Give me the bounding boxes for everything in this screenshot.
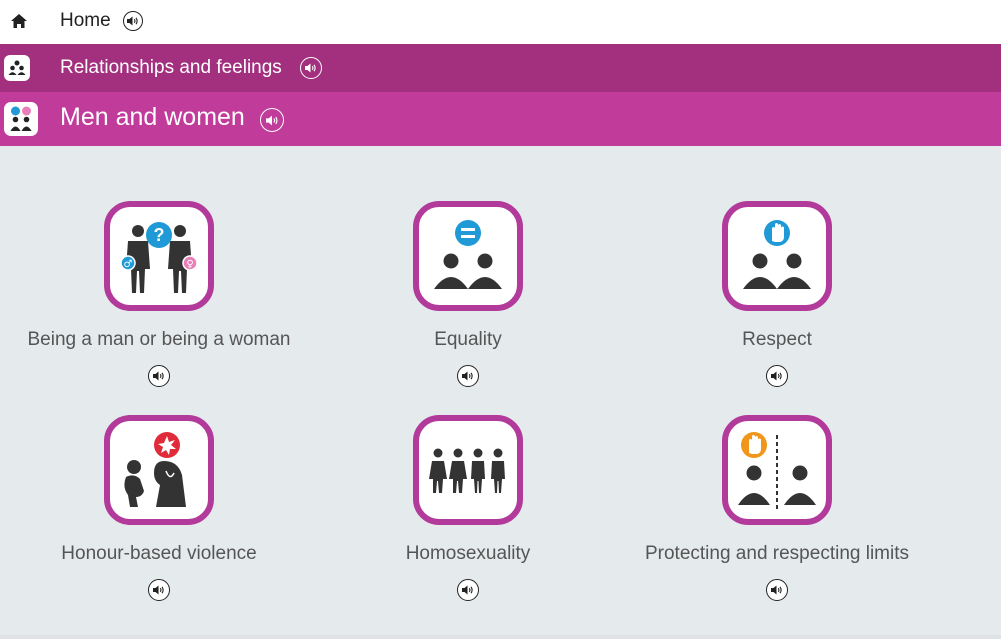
relationships-link[interactable]: Relationships and feelings — [60, 57, 282, 79]
svg-text:?: ? — [154, 225, 165, 245]
relationships-bar[interactable]: Relationships and feelings — [0, 44, 1001, 92]
topic-label[interactable]: Protecting and respecting limits — [645, 543, 909, 565]
relationships-icon — [4, 55, 30, 81]
speaker-icon[interactable] — [457, 365, 479, 387]
topic-tile[interactable]: Homosexuality — [318, 415, 618, 601]
topic-tile[interactable]: Protecting and respecting limits — [627, 415, 927, 601]
speaker-icon[interactable] — [457, 579, 479, 601]
svg-text:♀: ♀ — [186, 259, 193, 270]
topic-label[interactable]: Homosexuality — [406, 543, 531, 565]
topic-button[interactable]: ? ♂ ♀ — [104, 201, 214, 311]
topic-label[interactable]: Being a man or being a woman — [28, 329, 291, 351]
equality-icon — [434, 220, 502, 289]
speaker-icon[interactable] — [766, 365, 788, 387]
topic-label[interactable]: Equality — [434, 329, 502, 351]
page-title-speaker-icon[interactable] — [260, 108, 284, 132]
home-link[interactable]: Home — [60, 10, 111, 32]
topic-grid: ? ♂ ♀ Being a man or being a woman Equal… — [0, 146, 1001, 639]
topic-button[interactable] — [413, 415, 523, 525]
relationships-speaker-icon[interactable] — [300, 57, 322, 79]
topic-tile[interactable]: Honour-based violence — [9, 415, 309, 601]
limits-icon — [738, 432, 816, 509]
topic-tile[interactable]: ? ♂ ♀ Being a man or being a woman — [9, 201, 309, 387]
bottom-divider — [0, 635, 1001, 639]
home-icon[interactable] — [10, 12, 28, 30]
page-title-bar: Men and women — [0, 92, 1001, 146]
men-women-icon — [4, 102, 38, 136]
topic-label[interactable]: Respect — [742, 329, 812, 351]
homosexuality-icon — [429, 448, 505, 493]
honour-violence-icon — [124, 432, 186, 507]
topic-button[interactable] — [104, 415, 214, 525]
home-speaker-icon[interactable] — [123, 11, 143, 31]
man-woman-question-icon: ? ♂ ♀ — [120, 222, 198, 293]
topic-tile[interactable]: Respect — [627, 201, 927, 387]
topic-button[interactable] — [722, 201, 832, 311]
respect-icon — [743, 220, 811, 289]
topic-tile[interactable]: Equality — [318, 201, 618, 387]
speaker-icon[interactable] — [148, 365, 170, 387]
home-bar[interactable]: Home — [0, 0, 1001, 44]
topic-button[interactable] — [413, 201, 523, 311]
speaker-icon[interactable] — [766, 579, 788, 601]
page-title: Men and women — [60, 103, 245, 131]
topic-label[interactable]: Honour-based violence — [61, 543, 256, 565]
topic-button[interactable] — [722, 415, 832, 525]
svg-text:♂: ♂ — [124, 259, 133, 270]
speaker-icon[interactable] — [148, 579, 170, 601]
